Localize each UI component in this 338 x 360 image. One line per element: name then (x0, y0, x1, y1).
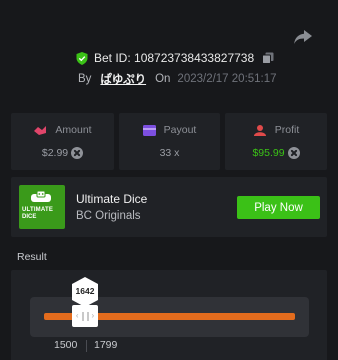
bet-datetime: 2023/2/17 20:51:17 (177, 73, 277, 85)
bet-meta: By ぱゆぷり On 2023/2/17 20:51:17 (78, 71, 277, 87)
chevron-right-icon: › (91, 311, 95, 320)
play-now-button[interactable]: Play Now (237, 196, 320, 219)
amount-value: $2.99 (41, 147, 69, 159)
payout-label: Payout (163, 124, 197, 136)
dice-icon (31, 191, 51, 202)
share-icon[interactable] (293, 29, 313, 45)
username-link[interactable]: ぱゆぷり (100, 71, 146, 87)
game-card: ULTIMATE DICE Ultimate Dice BC Originals… (11, 177, 327, 237)
chevron-left-icon: ‹ (75, 311, 79, 320)
game-title: Ultimate Dice (76, 192, 148, 206)
range-low-label: 1500 (54, 339, 78, 351)
profit-card: Profit $95.99 (225, 113, 327, 170)
result-heading: Result (17, 251, 47, 263)
range-high-label: 1799 (94, 339, 118, 351)
coin-icon (71, 147, 84, 159)
grip-bar (86, 311, 89, 321)
payout-icon (142, 124, 156, 136)
slider-handle[interactable]: ‹ › (72, 305, 98, 327)
bet-id: Bet ID: 108723738433827738 (94, 51, 255, 65)
coin-icon (287, 147, 300, 159)
verified-shield-icon (76, 51, 88, 65)
amount-label: Amount (55, 124, 92, 136)
copy-icon[interactable] (262, 52, 274, 64)
amount-card: Amount $2.99 (11, 113, 114, 170)
by-label: By (78, 73, 92, 85)
game-provider: BC Originals (76, 210, 141, 222)
profit-label: Profit (274, 124, 300, 136)
payout-value: 33 x (159, 147, 180, 159)
thumb-title-line1: ULTIMATE (22, 207, 54, 213)
payout-card: Payout 33 x (119, 113, 220, 170)
profit-value: $95.99 (252, 147, 285, 159)
on-label: On (155, 73, 171, 85)
range-divider (86, 340, 87, 352)
roll-badge: 1642 (71, 277, 99, 307)
thumb-title-line2: DICE (22, 214, 37, 220)
grip-bar (81, 311, 84, 321)
profit-icon (253, 124, 266, 136)
roll-value: 1642 (75, 286, 95, 296)
bet-id-row: Bet ID: 108723738433827738 (76, 50, 274, 66)
game-thumbnail[interactable]: ULTIMATE DICE (19, 185, 65, 229)
amount-icon (34, 125, 47, 135)
